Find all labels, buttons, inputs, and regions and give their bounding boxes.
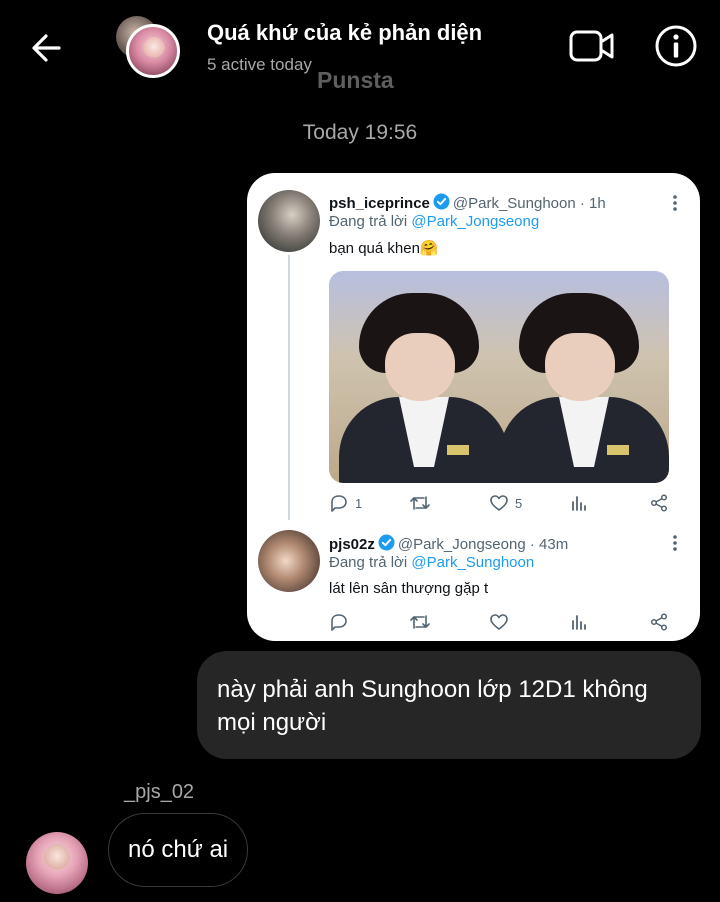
retweet-icon [410, 615, 430, 629]
video-call-button[interactable] [568, 26, 616, 66]
reply-icon [331, 495, 347, 512]
tweet-photo [329, 271, 669, 483]
tweet-header: psh_iceprince @Park_Sunghoon · 1h [329, 193, 606, 212]
reply-prefix: Đang trả lời [329, 213, 408, 230]
analytics-icon [572, 496, 586, 511]
tweet-author-avatar [258, 190, 320, 252]
tweet-age: · 1h [579, 195, 606, 212]
reply-action[interactable]: 1 [329, 491, 362, 515]
tweet-author-name: psh_iceprince [329, 195, 430, 212]
heart-icon [490, 495, 508, 511]
watermark: Punsta [317, 67, 394, 93]
incoming-message-text: nó chứ ai [128, 836, 229, 863]
tweet-reply-context: Đang trả lời @Park_Jongseong [329, 213, 539, 230]
retweet-action[interactable] [409, 610, 437, 634]
tweet-text: bạn quá khen🤗 [329, 240, 439, 257]
video-camera-icon [569, 30, 614, 62]
share-icon [650, 494, 668, 512]
reply-author-avatar [258, 530, 320, 592]
like-action[interactable]: 5 [489, 491, 522, 515]
tweet-actions: 1 5 [329, 491, 674, 515]
reply-tweet-context: Đang trả lời @Park_Sunghoon [329, 554, 534, 571]
reply-icon [331, 614, 347, 631]
photo-person-right [489, 279, 669, 483]
shared-tweet-card[interactable]: psh_iceprince @Park_Sunghoon · 1h Đang tr… [247, 173, 700, 641]
sender-avatar[interactable] [26, 832, 88, 894]
reply-tweet-actions [329, 610, 674, 634]
back-button[interactable] [26, 28, 66, 68]
sender-name: _pjs_02 [124, 781, 195, 803]
like-action[interactable] [489, 610, 515, 634]
analytics-action[interactable] [569, 610, 589, 634]
reply-tweet-text: lát lên sân thượng gặp t [329, 580, 489, 597]
reply-tweet-header: pjs02z @Park_Jongseong · 43m [329, 534, 568, 553]
outgoing-message-bubble[interactable]: này phải anh Sunghoon lớp 12D1 không mọi… [197, 651, 701, 759]
chat-title[interactable]: Quá khứ của kẻ phản diện [207, 20, 482, 46]
incoming-message-bubble[interactable]: nó chứ ai [108, 813, 249, 887]
share-action[interactable] [649, 610, 669, 634]
info-icon [655, 25, 697, 67]
more-options-icon [673, 195, 677, 211]
reply-action[interactable] [329, 610, 355, 634]
heart-icon [490, 614, 508, 630]
share-icon [650, 613, 668, 631]
analytics-icon [572, 615, 586, 630]
retweet-action[interactable] [409, 491, 437, 515]
active-status: 5 active today [207, 55, 312, 74]
back-arrow-icon [32, 34, 61, 62]
share-action[interactable] [649, 491, 669, 515]
reply-author-handle: @Park_Jongseong [397, 536, 526, 553]
conversation-timestamp: Today 19:56 [302, 121, 418, 144]
reply-mention: @Park_Sunghoon [411, 554, 535, 571]
reply-author-name: pjs02z [329, 536, 375, 553]
thread-connector [288, 255, 290, 520]
verified-badge-icon [378, 534, 395, 551]
retweet-icon [410, 496, 430, 510]
analytics-action[interactable] [569, 491, 589, 515]
chat-header: Quá khứ của kẻ phản diện 5 active today … [0, 0, 720, 100]
tweet-author-handle: @Park_Sunghoon [452, 195, 576, 212]
like-count: 5 [515, 495, 523, 511]
reply-prefix: Đang trả lời [329, 554, 408, 571]
member-avatar-front [126, 24, 180, 78]
reply-count: 1 [355, 495, 363, 511]
verified-badge-icon [433, 193, 450, 210]
info-button[interactable] [654, 24, 698, 68]
reply-mention: @Park_Jongseong [411, 213, 540, 230]
reply-tweet-age: · 43m [529, 536, 569, 553]
group-avatar[interactable] [114, 14, 182, 80]
more-options-icon [673, 535, 677, 551]
